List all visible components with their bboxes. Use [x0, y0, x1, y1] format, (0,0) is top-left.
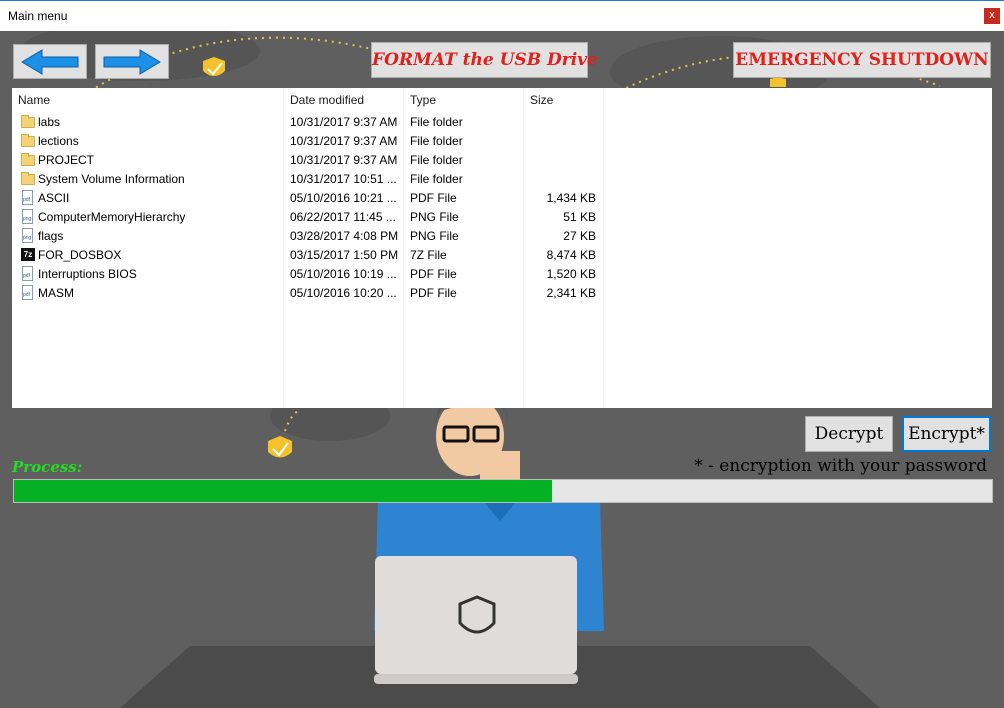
column-header-size[interactable]: Size: [530, 93, 553, 107]
file-size: 1,520 KB: [546, 267, 596, 281]
sort-ascending-icon: ^: [143, 83, 148, 94]
file-type: PDF File: [410, 267, 457, 281]
title-bar: Main menu x: [0, 0, 1004, 31]
file-row[interactable]: labs 10/31/2017 9:37 AM File folder: [12, 113, 992, 132]
file-date: 05/10/2016 10:19 ...: [290, 267, 397, 281]
window-title: Main menu: [8, 9, 68, 23]
image-icon: png: [21, 209, 35, 225]
pdf-icon: pdf: [21, 190, 35, 206]
folder-icon: [21, 152, 35, 168]
file-type: File folder: [410, 172, 463, 186]
file-size: 1,434 KB: [546, 191, 596, 205]
forward-button[interactable]: [95, 44, 169, 79]
file-type: File folder: [410, 115, 463, 129]
column-header-type[interactable]: Type: [410, 93, 436, 107]
file-name: lections: [38, 134, 79, 148]
encrypt-button[interactable]: Encrypt*: [902, 416, 991, 452]
emergency-shutdown-button[interactable]: EMERGENCY SHUTDOWN: [733, 42, 991, 78]
column-header-date[interactable]: Date modified: [290, 93, 364, 107]
file-size: 8,474 KB: [546, 248, 596, 262]
file-name: Interruptions BIOS: [38, 267, 137, 281]
app-stage: FORMAT the USB Drive EMERGENCY SHUTDOWN …: [0, 31, 1004, 708]
progress-bar: [13, 479, 993, 503]
main-window: Main menu x FORMAT the USB Drive EMERGEN…: [0, 0, 1004, 708]
file-row[interactable]: PROJECT 10/31/2017 9:37 AM File folder: [12, 151, 992, 170]
file-name: FOR_DOSBOX: [38, 248, 122, 262]
format-usb-button[interactable]: FORMAT the USB Drive: [371, 42, 598, 78]
file-type: PNG File: [410, 210, 459, 224]
file-name: PROJECT: [38, 153, 95, 167]
decrypt-button[interactable]: Decrypt: [805, 416, 893, 452]
back-button[interactable]: [13, 44, 87, 79]
file-size: 27 KB: [563, 229, 596, 243]
archive-7z-icon: 7z: [21, 247, 35, 263]
file-type: File folder: [410, 153, 463, 167]
file-row[interactable]: png flags 03/28/2017 4:08 PM PNG File 27…: [12, 227, 992, 246]
file-type: File folder: [410, 134, 463, 148]
file-size: 51 KB: [563, 210, 596, 224]
encryption-note: * - encryption with your password: [694, 456, 987, 476]
file-date: 10/31/2017 9:37 AM: [290, 153, 398, 167]
left-arrow-icon: [21, 49, 79, 75]
right-arrow-icon: [103, 49, 161, 75]
file-row[interactable]: 7z FOR_DOSBOX 03/15/2017 1:50 PM 7Z File…: [12, 246, 992, 265]
file-explorer: ^ Name Date modified Type Size labs 10/3…: [12, 83, 992, 408]
file-type: 7Z File: [410, 248, 447, 262]
progress-fill: [14, 480, 552, 502]
image-icon: png: [21, 228, 35, 244]
folder-icon: [21, 171, 35, 187]
file-name: ASCII: [38, 191, 70, 205]
file-date: 03/28/2017 4:08 PM: [290, 229, 399, 243]
pdf-icon: pdf: [21, 285, 35, 301]
file-row[interactable]: png ComputerMemoryHierarchy 06/22/2017 1…: [12, 208, 992, 227]
file-date: 10/31/2017 9:37 AM: [290, 134, 398, 148]
close-button[interactable]: x: [984, 8, 1000, 24]
file-date: 05/10/2016 10:21 ...: [290, 191, 397, 205]
file-row[interactable]: pdf ASCII 05/10/2016 10:21 ... PDF File …: [12, 189, 992, 208]
file-type: PNG File: [410, 229, 459, 243]
file-name: ComputerMemoryHierarchy: [38, 210, 186, 224]
folder-icon: [21, 114, 35, 130]
shield-check-icon: [203, 57, 225, 76]
file-type: PDF File: [410, 286, 457, 300]
file-name: MASM: [38, 286, 74, 300]
file-name: labs: [38, 115, 61, 129]
column-header-name[interactable]: Name: [18, 93, 50, 107]
pdf-icon: pdf: [21, 266, 35, 282]
file-type: PDF File: [410, 191, 457, 205]
folder-icon: [21, 133, 35, 149]
file-name: System Volume Information: [38, 172, 185, 186]
file-date: 10/31/2017 10:51 ...: [290, 172, 397, 186]
file-date: 05/10/2016 10:20 ...: [290, 286, 397, 300]
file-row[interactable]: System Volume Information 10/31/2017 10:…: [12, 170, 992, 189]
file-date: 06/22/2017 11:45 ...: [290, 210, 396, 224]
file-row[interactable]: lections 10/31/2017 9:37 AM File folder: [12, 132, 992, 151]
file-size: 2,341 KB: [546, 286, 596, 300]
process-label: Process:: [12, 458, 83, 476]
file-name: flags: [38, 229, 64, 243]
file-row[interactable]: pdf MASM 05/10/2016 10:20 ... PDF File 2…: [12, 284, 992, 303]
file-date: 03/15/2017 1:50 PM: [290, 248, 399, 262]
file-row[interactable]: pdf Interruptions BIOS 05/10/2016 10:19 …: [12, 265, 992, 284]
file-date: 10/31/2017 9:37 AM: [290, 115, 398, 129]
